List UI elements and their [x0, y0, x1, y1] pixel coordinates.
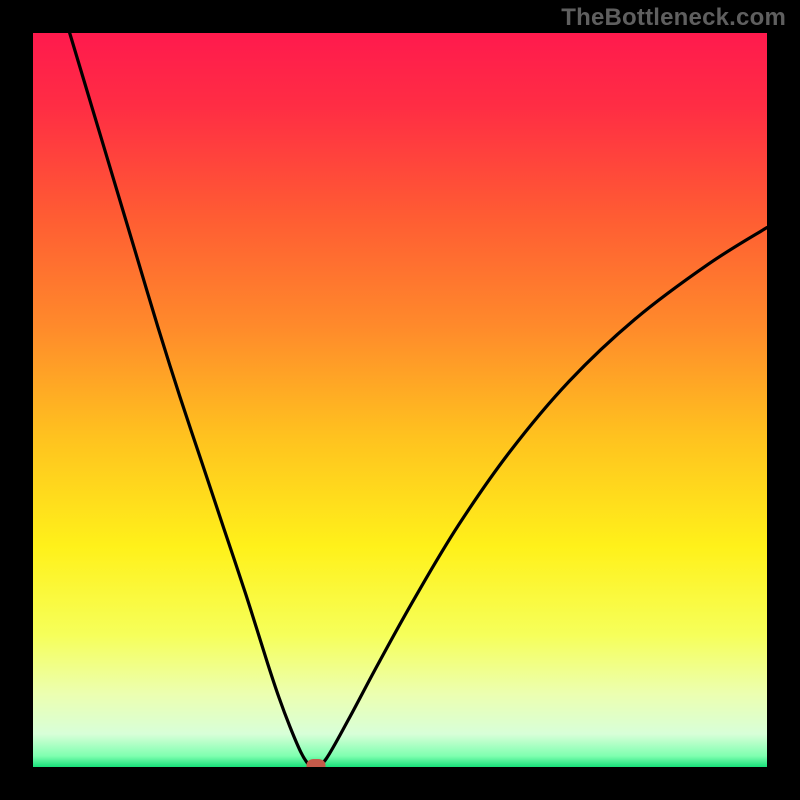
chart-frame: TheBottleneck.com	[0, 0, 800, 800]
optimal-point-marker	[306, 759, 325, 767]
plot-svg	[33, 33, 767, 767]
gradient-background	[33, 33, 767, 767]
plot-area	[33, 33, 767, 767]
watermark-text: TheBottleneck.com	[561, 4, 786, 32]
